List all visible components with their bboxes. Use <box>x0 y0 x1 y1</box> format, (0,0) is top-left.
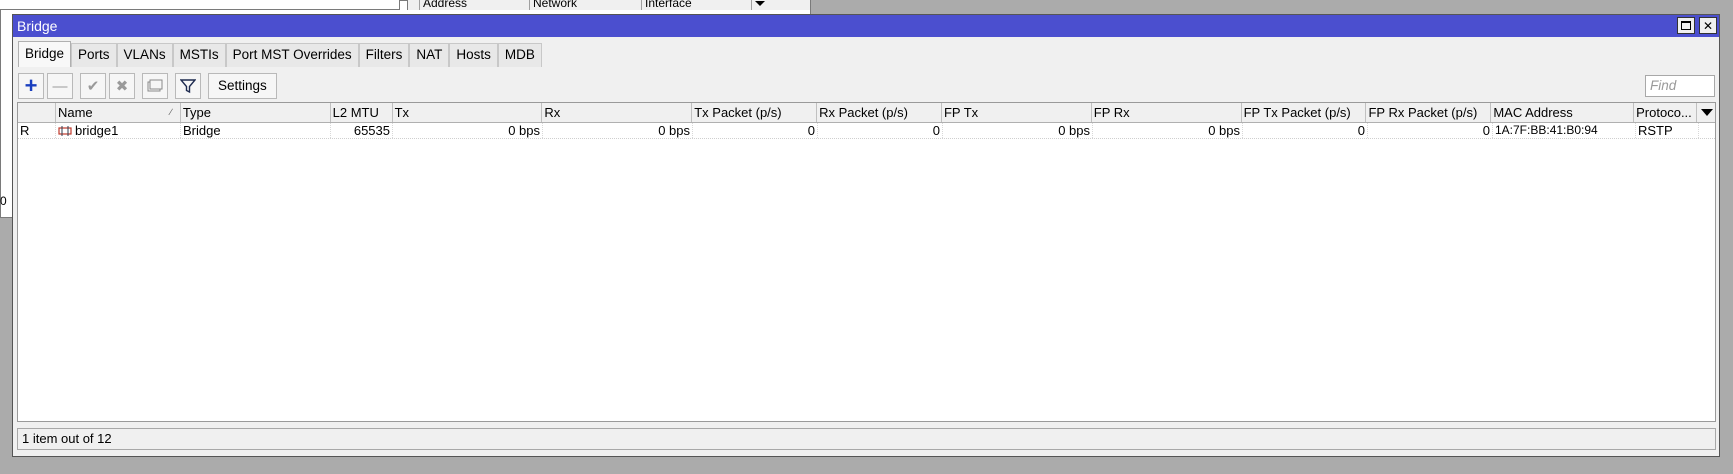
disable-button[interactable]: ✖ <box>109 73 135 99</box>
cell-fp-tx-packet: 0 <box>1243 123 1368 138</box>
tab-ports[interactable]: Ports <box>71 43 117 67</box>
column-header-fp-rx[interactable]: FP Rx <box>1092 103 1242 122</box>
column-header-rx[interactable]: Rx <box>542 103 693 122</box>
tab-vlans[interactable]: VLANs <box>116 43 173 67</box>
disable-icon: ✖ <box>115 78 129 95</box>
column-header-fp-rx-packet[interactable]: FP Rx Packet (p/s) <box>1366 103 1492 122</box>
cell-name: bridge1 <box>56 123 181 138</box>
background-header-menu[interactable] <box>752 0 772 10</box>
bridge-icon <box>58 126 72 136</box>
comment-button[interactable] <box>142 73 168 99</box>
cell-tx: 0 bps <box>393 123 543 138</box>
status-bar: 1 item out of 12 <box>17 428 1716 450</box>
cell-flag: R <box>18 123 56 138</box>
column-header-type[interactable]: Type <box>181 103 331 122</box>
tab-filters[interactable]: Filters <box>358 43 410 67</box>
background-header-network[interactable]: Network <box>530 0 642 10</box>
find-input[interactable]: Find <box>1645 75 1715 97</box>
cell-type: Bridge <box>181 123 331 138</box>
table-row[interactable]: R bridge1 Bridge 65535 0 bps 0 bps 0 0 0… <box>18 123 1715 139</box>
background-table-header: Address Network Interface <box>407 0 810 10</box>
tab-mstis[interactable]: MSTIs <box>172 43 226 67</box>
column-header-fp-tx[interactable]: FP Tx <box>942 103 1092 122</box>
tab-bridge[interactable]: Bridge <box>18 41 72 67</box>
close-button[interactable]: ✕ <box>1699 17 1717 34</box>
background-stub-text: 0 i <box>0 194 7 208</box>
column-header-mac-address[interactable]: MAC Address <box>1491 103 1635 122</box>
enable-button[interactable]: ✔ <box>80 73 106 99</box>
column-header-rx-packet[interactable]: Rx Packet (p/s) <box>817 103 942 122</box>
filter-button[interactable] <box>175 73 201 99</box>
column-menu-button[interactable] <box>1697 103 1715 122</box>
window-titlebar[interactable]: Bridge ✕ <box>13 15 1719 37</box>
cell-fp-rx: 0 bps <box>1093 123 1243 138</box>
column-header-name[interactable]: Name ∕ <box>56 103 181 122</box>
column-header-tx-packet[interactable]: Tx Packet (p/s) <box>692 103 818 122</box>
cell-tx-packet: 0 <box>693 123 818 138</box>
background-header-address[interactable]: Address <box>420 0 530 10</box>
remove-button[interactable]: — <box>47 73 73 99</box>
column-header-protocol[interactable]: Protoco... <box>1634 103 1698 122</box>
cell-rx: 0 bps <box>543 123 693 138</box>
remove-icon: — <box>52 77 68 95</box>
column-header-fp-tx-packet[interactable]: FP Tx Packet (p/s) <box>1242 103 1367 122</box>
column-header-flags[interactable] <box>18 103 56 122</box>
tab-hosts[interactable]: Hosts <box>449 43 498 67</box>
sort-icon: ∕ <box>170 107 172 117</box>
tab-nat[interactable]: NAT <box>409 43 450 67</box>
table-header: Name ∕ Type L2 MTU Tx Rx Tx Packet (p/s) … <box>18 103 1715 123</box>
chevron-down-icon <box>755 1 765 6</box>
cell-name-text: bridge1 <box>75 123 119 138</box>
add-button[interactable]: + <box>18 73 44 99</box>
bridge-table: Name ∕ Type L2 MTU Tx Rx Tx Packet (p/s) … <box>17 102 1716 422</box>
comment-icon <box>147 79 163 92</box>
tab-mdb[interactable]: MDB <box>497 43 542 67</box>
cell-fp-tx: 0 bps <box>943 123 1093 138</box>
cell-rx-packet: 0 <box>818 123 943 138</box>
cell-protocol: RSTP <box>1636 123 1699 138</box>
bridge-window: Bridge ✕ Bridge Ports VLANs MSTIs Port M… <box>12 14 1720 457</box>
close-icon: ✕ <box>1702 18 1714 33</box>
cell-mac-address: 1A:7F:BB:41:B0:94 <box>1493 123 1636 138</box>
filter-icon <box>180 79 196 94</box>
add-icon: + <box>24 73 38 98</box>
chevron-down-icon <box>1701 109 1714 116</box>
background-left-panel <box>0 0 400 10</box>
column-header-l2mtu[interactable]: L2 MTU <box>331 103 393 122</box>
cell-l2mtu: 65535 <box>331 123 393 138</box>
cell-fp-rx-packet: 0 <box>1368 123 1493 138</box>
tab-bar: Bridge Ports VLANs MSTIs Port MST Overri… <box>13 37 1719 67</box>
maximize-icon <box>1681 21 1691 30</box>
background-header-blank <box>408 0 420 10</box>
window-title: Bridge <box>17 18 58 34</box>
toolbar: + — ✔ ✖ Settings Find <box>13 67 1719 105</box>
enable-icon: ✔ <box>86 78 100 95</box>
column-header-tx[interactable]: Tx <box>393 103 543 122</box>
background-header-interface[interactable]: Interface <box>642 0 752 10</box>
settings-button[interactable]: Settings <box>208 73 277 99</box>
maximize-button[interactable] <box>1677 17 1695 34</box>
column-header-name-label: Name <box>57 105 93 120</box>
tab-port-mst-overrides[interactable]: Port MST Overrides <box>225 43 359 67</box>
